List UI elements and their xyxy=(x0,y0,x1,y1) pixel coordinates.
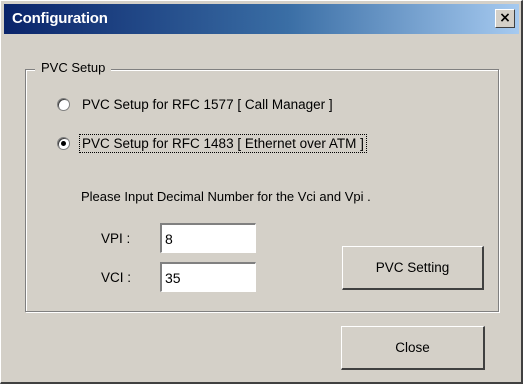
instruction-text: Please Input Decimal Number for the Vci … xyxy=(81,189,371,204)
configuration-dialog: Configuration × PVC Setup PVC Setup for … xyxy=(0,0,523,384)
vci-label: VCI : xyxy=(101,270,132,285)
rfc1483-label[interactable]: PVC Setup for RFC 1483 [ Ethernet over A… xyxy=(79,133,367,153)
rfc1577-label[interactable]: PVC Setup for RFC 1577 [ Call Manager ] xyxy=(80,96,335,113)
option-rfc1577[interactable]: PVC Setup for RFC 1577 [ Call Manager ] xyxy=(57,94,335,114)
window-title: Configuration xyxy=(12,10,108,27)
close-button[interactable]: Close xyxy=(341,326,485,370)
vpi-label: VPI : xyxy=(101,231,131,246)
pvc-setting-button[interactable]: PVC Setting xyxy=(342,246,484,290)
groupbox-label: PVC Setup xyxy=(35,60,112,75)
rfc1483-radio[interactable] xyxy=(57,136,70,150)
vci-input[interactable] xyxy=(160,262,256,292)
vpi-input[interactable] xyxy=(160,223,256,253)
option-rfc1483[interactable]: PVC Setup for RFC 1483 [ Ethernet over A… xyxy=(57,133,367,153)
title-bar[interactable]: Configuration × xyxy=(4,4,519,34)
rfc1577-radio[interactable] xyxy=(57,97,70,111)
close-icon[interactable]: × xyxy=(495,9,515,28)
